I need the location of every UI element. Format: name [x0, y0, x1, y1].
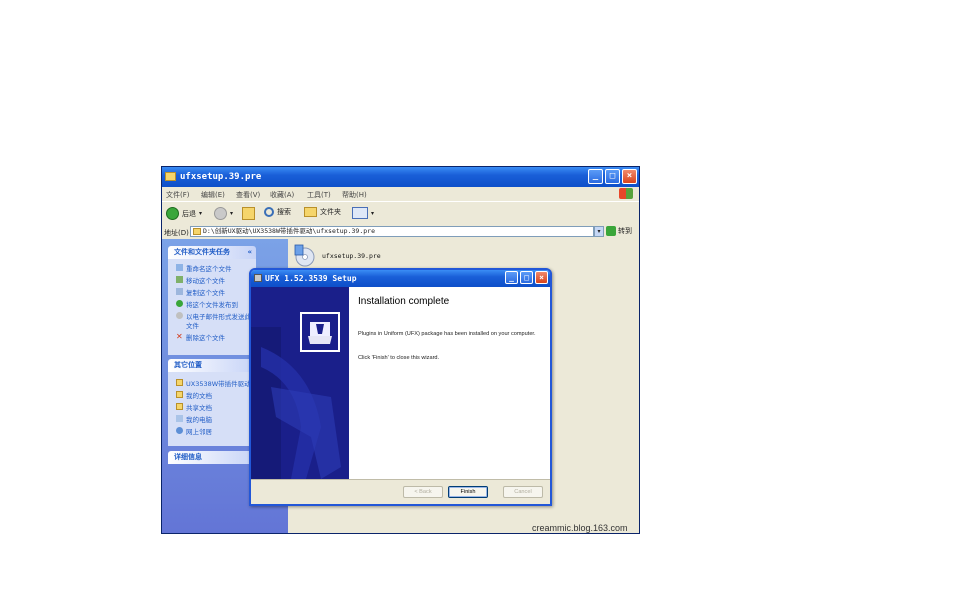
back-label: 后退 — [182, 209, 196, 218]
views-icon — [352, 207, 368, 219]
close-button[interactable]: × — [622, 169, 637, 184]
folder-icon — [193, 228, 201, 235]
delete-icon: ✕ — [176, 332, 183, 341]
copy-icon — [176, 288, 183, 295]
back-button[interactable]: < Back — [403, 486, 443, 498]
task-publish[interactable]: 将这个文件发布到 — [176, 299, 238, 309]
go-button[interactable]: 转到 — [606, 226, 632, 236]
task-email-continued[interactable]: 文件 — [186, 320, 199, 330]
go-label: 转到 — [618, 227, 632, 235]
search-icon — [264, 207, 274, 217]
task-copy[interactable]: 复制这个文件 — [176, 287, 225, 297]
maximize-button[interactable]: □ — [605, 169, 620, 184]
windows-logo-icon — [619, 188, 633, 199]
cancel-button[interactable]: Cancel — [503, 486, 543, 498]
other-places-header[interactable]: 其它位置 — [168, 359, 256, 372]
setup-button-row: < Back Finish Cancel — [251, 479, 550, 504]
place-my-computer[interactable]: 我的电脑 — [176, 414, 212, 424]
setup-content: Installation complete Plugins in Uniform… — [349, 287, 550, 479]
address-field[interactable]: D:\创新UX驱动\UX3538W带插件驱动\ufxsetup.39.pre — [190, 226, 594, 237]
menu-view[interactable]: 查看(V) — [236, 190, 260, 200]
menu-edit[interactable]: 编辑(E) — [201, 190, 225, 200]
finish-button[interactable]: Finish — [448, 486, 488, 498]
setup-titlebar[interactable]: UFX 1.52.3539 Setup _ □ × — [251, 270, 550, 287]
place-network[interactable]: 网上邻居 — [176, 426, 212, 436]
menu-favorites[interactable]: 收藏(A) — [270, 190, 294, 200]
details-header[interactable]: 详细信息 — [168, 451, 256, 464]
setup-app-icon — [254, 274, 262, 282]
address-dropdown-button[interactable]: ▾ — [594, 226, 604, 237]
up-button[interactable] — [242, 207, 255, 220]
move-icon — [176, 276, 183, 283]
folders-label: 文件夹 — [320, 208, 341, 216]
address-label: 地址(D) — [164, 229, 189, 237]
back-button[interactable]: 后退 ▾ — [166, 207, 202, 220]
setup-maximize-button[interactable]: □ — [520, 271, 533, 284]
menu-tools[interactable]: 工具(T) — [307, 190, 331, 200]
installation-message: Plugins in Uniform (UFX) package has bee… — [358, 331, 536, 337]
setup-dialog: UFX 1.52.3539 Setup _ □ × Installation c… — [249, 268, 552, 506]
explorer-title: ufxsetup.39.pre — [180, 172, 262, 182]
other-places-panel: UX3538W带插件驱动 我的文档 共享文档 我的电脑 网上邻居 — [168, 372, 256, 446]
task-move[interactable]: 移动这个文件 — [176, 275, 225, 285]
address-value: D:\创新UX驱动\UX3538W带插件驱动\ufxsetup.39.pre — [203, 227, 375, 235]
folders-icon — [304, 207, 317, 217]
computer-icon — [176, 415, 183, 422]
finish-instruction: Click 'Finish' to close this wizard. — [358, 355, 440, 361]
file-tasks-header[interactable]: 文件和文件夹任务 « — [168, 246, 256, 259]
go-arrow-icon — [606, 226, 616, 236]
file-tasks-panel: 重命名这个文件 移动这个文件 复制这个文件 将这个文件发布到 以电子邮件形式发送… — [168, 259, 256, 355]
menu-help[interactable]: 帮助(H) — [342, 190, 367, 200]
explorer-titlebar[interactable]: ufxsetup.39.pre _ □ × — [162, 167, 639, 187]
web-publish-icon — [176, 300, 183, 307]
forward-button[interactable]: ▾ — [214, 207, 233, 220]
forward-arrow-icon — [214, 207, 227, 220]
views-button[interactable]: ▾ — [352, 207, 374, 219]
menu-bar: 文件(F) 编辑(E) 查看(V) 收藏(A) 工具(T) 帮助(H) — [162, 187, 639, 201]
place-shared-documents[interactable]: 共享文档 — [176, 402, 212, 412]
installer-box-icon — [300, 312, 340, 352]
blog-watermark: creammic.blog.163.com — [532, 523, 628, 533]
installation-heading: Installation complete — [358, 296, 450, 307]
file-name[interactable]: ufxsetup.39.pre — [322, 252, 381, 260]
setup-title: UFX 1.52.3539 Setup — [265, 274, 357, 283]
back-arrow-icon — [166, 207, 179, 220]
toolbar: 后退 ▾ ▾ 搜索 文件夹 ▾ — [162, 201, 639, 227]
network-icon — [176, 427, 183, 434]
folder-icon — [176, 379, 183, 386]
task-delete[interactable]: ✕ 删除这个文件 — [176, 332, 225, 343]
email-icon — [176, 312, 183, 319]
rename-icon — [176, 264, 183, 271]
setup-minimize-button[interactable]: _ — [505, 271, 518, 284]
menu-file[interactable]: 文件(F) — [166, 190, 190, 200]
minimize-button[interactable]: _ — [588, 169, 603, 184]
folder-icon — [176, 403, 183, 410]
folders-button[interactable]: 文件夹 — [304, 207, 341, 217]
setup-close-button[interactable]: × — [535, 271, 548, 284]
up-folder-icon — [242, 207, 255, 220]
address-bar: 地址(D) D:\创新UX驱动\UX3538W带插件驱动\ufxsetup.39… — [162, 225, 639, 239]
task-rename[interactable]: 重命名这个文件 — [176, 263, 232, 273]
place-ux3538w-folder[interactable]: UX3538W带插件驱动 — [176, 378, 251, 388]
setup-logo — [300, 312, 340, 352]
search-label: 搜索 — [277, 208, 291, 216]
place-my-documents[interactable]: 我的文档 — [176, 390, 212, 400]
setup-file-icon[interactable] — [293, 243, 315, 267]
setup-banner — [251, 287, 349, 479]
search-button[interactable]: 搜索 — [264, 207, 291, 217]
folder-icon — [176, 391, 183, 398]
folder-icon — [165, 172, 176, 181]
